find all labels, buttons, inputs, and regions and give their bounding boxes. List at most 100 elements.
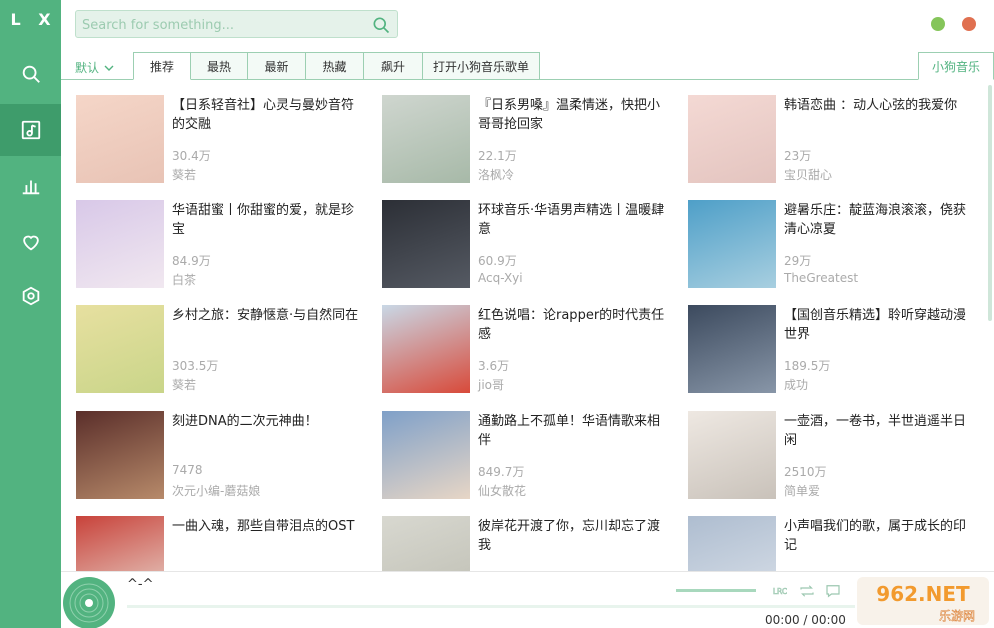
tab-rising[interactable]: 飙升	[364, 52, 423, 80]
lyrics-icon[interactable]: LRC	[771, 582, 789, 600]
search-input[interactable]	[82, 15, 362, 35]
playlist-cover-image[interactable]	[688, 516, 776, 571]
tab-open-playlist[interactable]: 打开小狗音乐歌单	[423, 52, 540, 80]
playlist-card[interactable]: 『日系男嗓』温柔情迷，快把小哥哥抢回家 22.1万 洛枫冷	[382, 95, 672, 187]
playlist-cover-image[interactable]	[382, 305, 470, 393]
playlist-play-count: 23万	[784, 149, 812, 163]
sort-select[interactable]: 默认	[75, 59, 115, 76]
nav-settings[interactable]	[0, 270, 61, 322]
nav-song-list[interactable]	[0, 104, 61, 156]
tab-recommend[interactable]: 推荐	[133, 52, 191, 80]
playlist-card[interactable]: 【日系轻音社】心灵与曼妙音符的交融 30.4万葵若	[76, 95, 366, 187]
playlist-author: 白茶	[172, 273, 197, 287]
playlist-card[interactable]: 通勤路上不孤单！华语情歌来相伴 849.7万 仙女散花	[382, 411, 672, 503]
playlist-card[interactable]: 华语甜蜜丨你甜蜜的爱，就是珍宝 84.9万 白茶	[76, 200, 366, 292]
playlist-title[interactable]: 华语甜蜜丨你甜蜜的爱，就是珍宝	[172, 201, 362, 239]
app-window: L X 默认 推荐 最热 最新 热藏 飙升 打开小狗音乐歌单	[0, 0, 994, 628]
app-logo: L X	[10, 10, 57, 29]
playlist-cover-image[interactable]	[688, 95, 776, 183]
now-playing-title: ^-^	[127, 577, 154, 592]
playlist-card[interactable]: 避暑乐庄：靛蓝海浪滚滚，侥获清心凉夏 29万 TheGreatest	[688, 200, 978, 292]
playlist-author: 仙女散花	[478, 484, 527, 498]
playlist-play-count: 29万	[784, 254, 812, 268]
playlist-title[interactable]: 彼岸花开渡了你，忘川却忘了渡我	[478, 517, 668, 555]
playlist-card[interactable]: 小声唱我们的歌，属于成长的印记	[688, 516, 978, 571]
source-select[interactable]: 小狗音乐	[918, 52, 994, 80]
volume-slider[interactable]	[676, 589, 756, 592]
playlist-cover-image[interactable]	[76, 200, 164, 288]
nav-search[interactable]	[0, 48, 61, 100]
playlist-author: TheGreatest	[784, 271, 859, 285]
playlist-play-count: 7478	[172, 463, 203, 477]
playlist-title[interactable]: 通勤路上不孤单！华语情歌来相伴	[478, 412, 668, 450]
playlist-cover-image[interactable]	[688, 305, 776, 393]
playlist-card[interactable]: 红色说唱：论rapper的时代责任感 3.6万 jio哥	[382, 305, 672, 397]
lyrics-label: LRC	[773, 587, 787, 596]
playlist-author: 简单爱	[784, 484, 821, 498]
playlist-title[interactable]: 乡村之旅：安静惬意·与自然同在	[172, 306, 362, 325]
playlist-play-count: 189.5万	[784, 359, 831, 373]
playlist-card[interactable]: 【国创音乐精选】聆听穿越动漫世界 189.5万 成功	[688, 305, 978, 397]
playlist-cover-image[interactable]	[688, 411, 776, 499]
playlist-cover-image[interactable]	[76, 411, 164, 499]
playlist-card[interactable]: 刻进DNA的二次元神曲！ 7478 次元小编-蘑菇娘	[76, 411, 366, 503]
playlist-cover-image[interactable]	[76, 95, 164, 183]
playlist-card[interactable]: 一曲入魂，那些自带泪点的OST	[76, 516, 366, 571]
playlist-author: jio哥	[478, 378, 505, 392]
nav-favorites[interactable]	[0, 216, 61, 268]
playback-time: 00:00 / 00:00	[765, 613, 846, 627]
music-list-icon	[21, 120, 40, 140]
tab-bar: 默认 推荐 最热 最新 热藏 飙升 打开小狗音乐歌单 小狗音乐	[61, 52, 994, 80]
playlist-cover-image[interactable]	[76, 305, 164, 393]
playlist-author: 宝贝甜心	[784, 168, 833, 182]
playlist-title[interactable]: 韩语恋曲 ：动人心弦的我爱你	[784, 96, 974, 115]
playlist-card[interactable]: 一壶酒，一卷书，半世逍遥半日闲 2510万 简单爱	[688, 411, 978, 503]
comment-icon[interactable]	[824, 582, 842, 600]
playlist-author: 洛枫冷	[478, 168, 515, 182]
playlist-cover-image[interactable]	[382, 95, 470, 183]
playlist-cover-image[interactable]	[688, 200, 776, 288]
playlist-card[interactable]: 乡村之旅：安静惬意·与自然同在 303.5万 葵若	[76, 305, 366, 397]
watermark-subtext: 乐游网	[939, 609, 975, 623]
album-disc[interactable]	[63, 577, 115, 628]
playlist-title[interactable]: 【日系轻音社】心灵与曼妙音符的交融	[172, 96, 362, 134]
playlist-play-count: 30.4万	[172, 149, 211, 163]
playlist-author: 成功	[784, 378, 809, 392]
tab-hottest[interactable]: 最热	[191, 52, 248, 80]
disc-icon	[69, 583, 109, 623]
playlist-title[interactable]: 刻进DNA的二次元神曲！	[172, 412, 362, 431]
playlist-title[interactable]: 一曲入魂，那些自带泪点的OST	[172, 517, 362, 536]
playlist-title[interactable]: 一壶酒，一卷书，半世逍遥半日闲	[784, 412, 974, 450]
close-button[interactable]	[962, 17, 976, 31]
chevron-down-icon	[104, 65, 114, 71]
search-icon[interactable]	[371, 15, 391, 35]
playlist-cover-image[interactable]	[382, 516, 470, 571]
playlist-title[interactable]: 避暑乐庄：靛蓝海浪滚滚，侥获清心凉夏	[784, 201, 974, 239]
progress-bar[interactable]	[127, 605, 855, 608]
nav-leaderboard[interactable]	[0, 160, 61, 212]
site-watermark-logo: 962.NET 乐游网	[857, 577, 989, 625]
playlist-card[interactable]: 韩语恋曲 ：动人心弦的我爱你 23万宝贝甜心	[688, 95, 978, 187]
playlist-title[interactable]: 『日系男嗓』温柔情迷，快把小哥哥抢回家	[478, 96, 668, 134]
settings-hexagon-icon	[22, 286, 39, 306]
playlist-card[interactable]: 环球音乐·华语男声精选丨温暖肆意 60.9万 Acq-Xyi	[382, 200, 672, 292]
playlist-title[interactable]: 红色说唱：论rapper的时代责任感	[478, 306, 668, 344]
playlist-title[interactable]: 【国创音乐精选】聆听穿越动漫世界	[784, 306, 974, 344]
playlist-cover-image[interactable]	[382, 200, 470, 288]
scrollbar-thumb[interactable]	[988, 85, 992, 321]
playlist-author: 葵若	[172, 378, 197, 392]
tab-newest[interactable]: 最新	[248, 52, 306, 80]
repeat-icon[interactable]	[798, 582, 816, 600]
playlist-title[interactable]: 环球音乐·华语男声精选丨温暖肆意	[478, 201, 668, 239]
playlist-grid: 【日系轻音社】心灵与曼妙音符的交融 30.4万葵若 『日系男嗓』温柔情迷，快把小哥哥…	[61, 81, 994, 571]
playlist-cover-image[interactable]	[382, 411, 470, 499]
playlist-author: 葵若	[172, 168, 197, 182]
playlist-card[interactable]: 彼岸花开渡了你，忘川却忘了渡我	[382, 516, 672, 571]
playlist-title[interactable]: 小声唱我们的歌，属于成长的印记	[784, 517, 974, 555]
playlist-author: 次元小编-蘑菇娘	[172, 484, 261, 498]
playlist-play-count: 303.5万	[172, 359, 219, 373]
minimize-button[interactable]	[931, 17, 945, 31]
tab-hot-collection[interactable]: 热藏	[306, 52, 364, 80]
playlist-cover-image[interactable]	[76, 516, 164, 571]
watermark-text: 962.NET	[876, 582, 970, 606]
